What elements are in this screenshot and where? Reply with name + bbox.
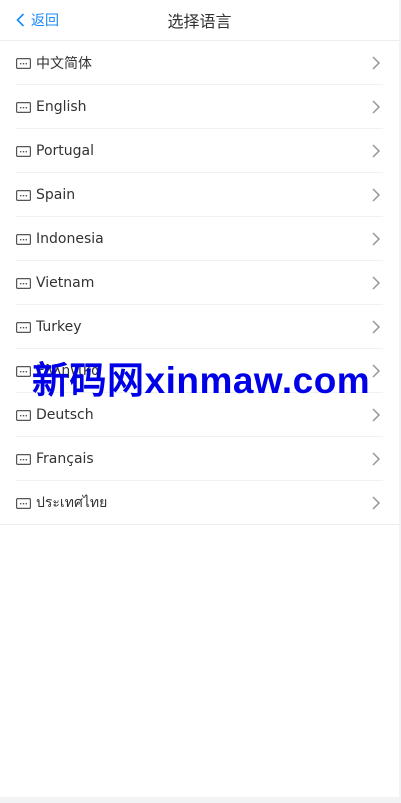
keyboard-icon: [16, 409, 31, 421]
back-label: 返回: [31, 13, 59, 29]
language-item[interactable]: Turkey: [0, 305, 399, 349]
keyboard-icon: [16, 101, 31, 113]
keyboard-icon: [16, 497, 31, 509]
keyboard-icon: [16, 365, 31, 377]
back-button[interactable]: 返回: [16, 0, 59, 40]
language-label: Ελληνικά: [36, 363, 101, 379]
language-item[interactable]: Portugal: [0, 129, 399, 173]
language-item[interactable]: ประเทศไทย: [0, 481, 399, 525]
chevron-right-icon: [372, 188, 381, 202]
keyboard-icon: [16, 57, 31, 69]
language-list: 中文简体 English Portugal Spain Indonesia Vietnam…: [0, 41, 399, 525]
chevron-right-icon: [372, 452, 381, 466]
language-label: ประเทศไทย: [36, 495, 108, 511]
language-label: Indonesia: [36, 231, 104, 247]
keyboard-icon: [16, 233, 31, 245]
page-title: 选择语言: [167, 12, 232, 31]
language-label: English: [36, 99, 87, 115]
chevron-right-icon: [372, 232, 381, 246]
language-label: Français: [36, 451, 94, 467]
language-item[interactable]: Français: [0, 437, 399, 481]
language-item[interactable]: Deutsch: [0, 393, 399, 437]
language-label: Vietnam: [36, 275, 95, 291]
language-item[interactable]: 中文简体: [0, 41, 399, 85]
keyboard-icon: [16, 453, 31, 465]
language-label: Spain: [36, 187, 76, 203]
language-label: Deutsch: [36, 407, 94, 423]
chevron-right-icon: [372, 144, 381, 158]
nav-bar: 返回 选择语言: [0, 0, 399, 41]
language-item[interactable]: Spain: [0, 173, 399, 217]
language-item[interactable]: Indonesia: [0, 217, 399, 261]
language-item[interactable]: English: [0, 85, 399, 129]
keyboard-icon: [16, 145, 31, 157]
language-item[interactable]: Vietnam: [0, 261, 399, 305]
language-label: Portugal: [36, 143, 94, 159]
keyboard-icon: [16, 189, 31, 201]
app: 返回 选择语言 中文简体 English Portugal Spain Indonesi…: [0, 0, 399, 797]
chevron-right-icon: [372, 56, 381, 70]
chevron-left-icon: [16, 13, 25, 27]
language-label: Turkey: [36, 319, 82, 335]
keyboard-icon: [16, 277, 31, 289]
chevron-right-icon: [372, 364, 381, 378]
chevron-right-icon: [372, 320, 381, 334]
chevron-right-icon: [372, 100, 381, 114]
language-item[interactable]: Ελληνικά: [0, 349, 399, 393]
keyboard-icon: [16, 321, 31, 333]
chevron-right-icon: [372, 496, 381, 510]
language-label: 中文简体: [36, 56, 92, 72]
chevron-right-icon: [372, 276, 381, 290]
chevron-right-icon: [372, 408, 381, 422]
